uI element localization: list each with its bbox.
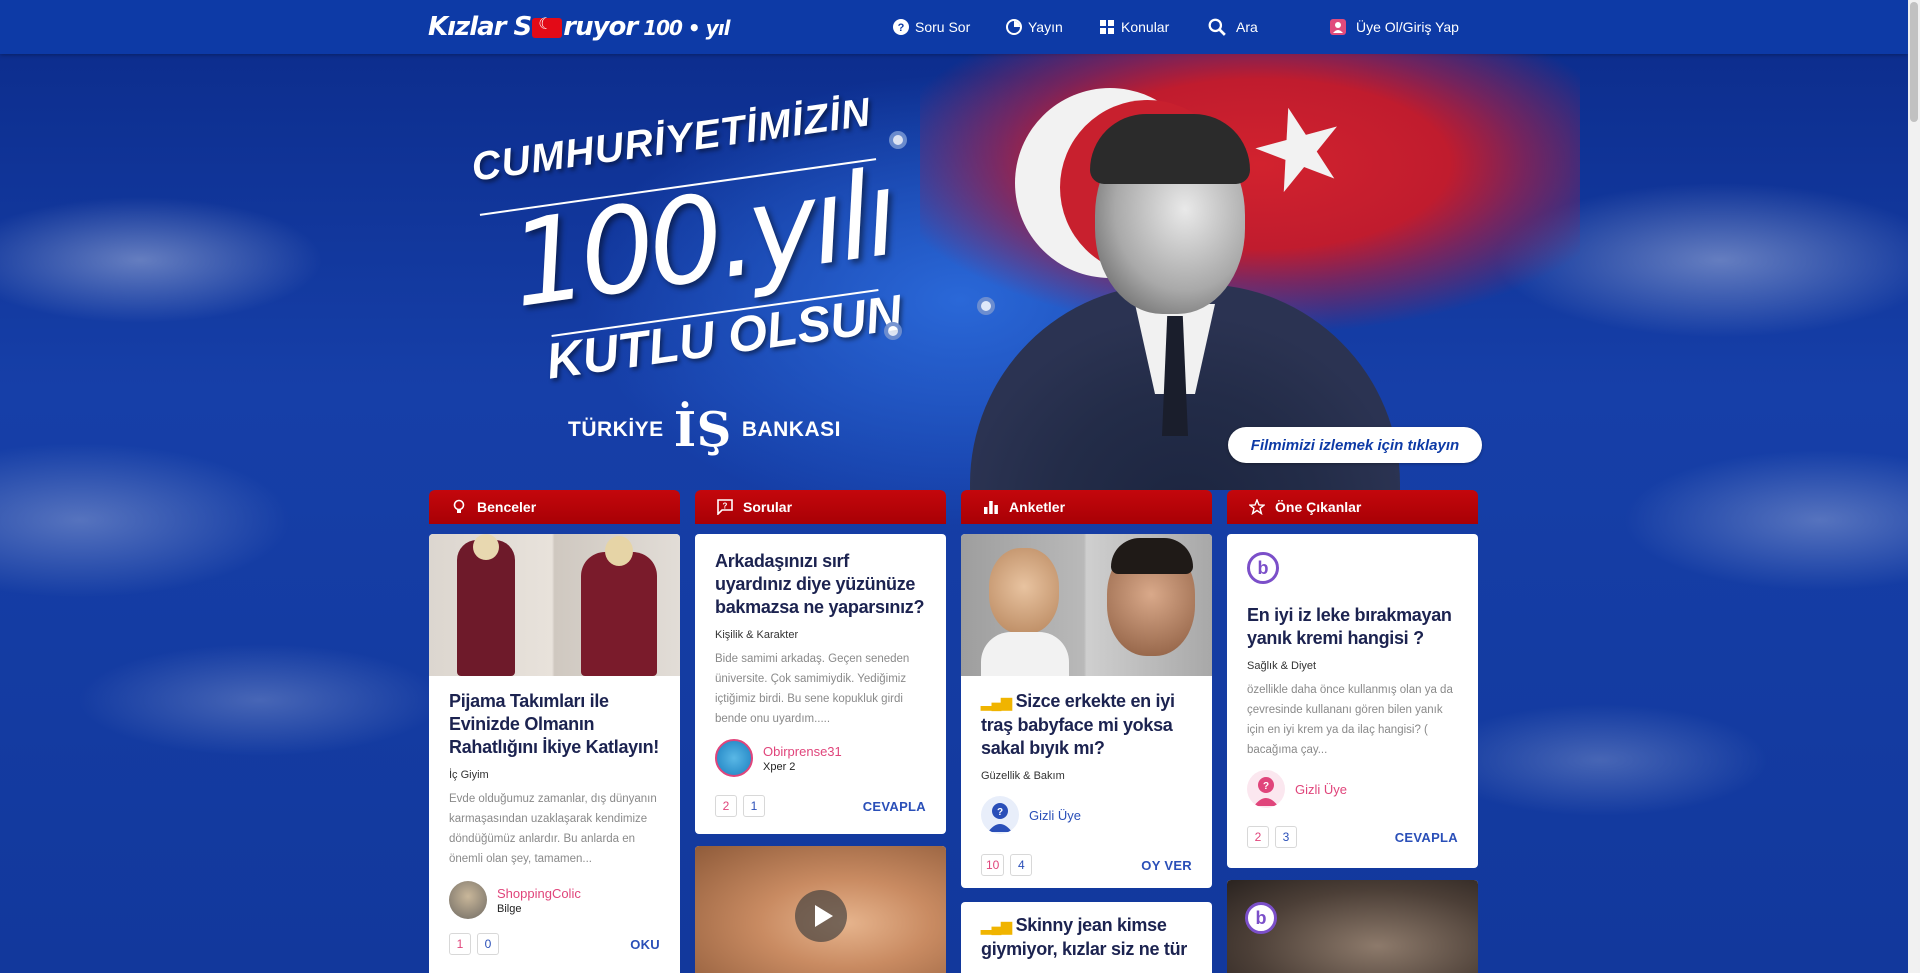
avatar[interactable] <box>715 739 753 777</box>
featured-title[interactable]: En iyi iz leke bırakmayan yanık kremi ha… <box>1247 604 1458 650</box>
search-icon <box>1208 18 1226 36</box>
svg-text:?: ? <box>898 22 905 34</box>
poll-image[interactable] <box>961 534 1212 676</box>
decor-dot <box>884 322 902 340</box>
grid-icon <box>1100 20 1114 34</box>
poll-card[interactable]: ▂▄▆ Skinny jean kimse giymiyor, kızlar si… <box>961 902 1212 973</box>
vote-button[interactable]: OY VER <box>1141 858 1192 873</box>
play-icon[interactable] <box>795 890 847 942</box>
column-sorular: ? Sorular Arkadaşınızı sırf uyardınız di… <box>695 490 946 973</box>
user-icon <box>1330 19 1346 35</box>
site-logo[interactable]: Kızlar Sruyor100 • yıl <box>428 12 730 42</box>
article-image[interactable] <box>429 534 680 676</box>
nav-publish[interactable]: Yayın <box>1006 0 1063 54</box>
nav-topics[interactable]: Konular <box>1099 0 1169 54</box>
svg-text:?: ? <box>1263 781 1269 792</box>
author-info[interactable]: Obirprense31 Xper 2 <box>715 739 926 777</box>
author-info[interactable]: ? Gizli Üye <box>981 796 1192 834</box>
author-name[interactable]: ShoppingColic <box>497 886 581 901</box>
article-category[interactable]: İç Giyim <box>449 769 660 781</box>
nav-search[interactable]: Ara <box>1208 0 1258 54</box>
poll-category[interactable]: Güzellik & Bakım <box>981 770 1192 782</box>
column-anketler: Anketler ▂▄▆ Sizce erkekte en iyi traş ba… <box>961 490 1212 973</box>
author-info[interactable]: ? Gizli Üye <box>1247 770 1458 808</box>
author-name[interactable]: Gizli Üye <box>1029 808 1081 823</box>
anonymous-avatar[interactable]: ? <box>981 796 1019 834</box>
column-benceler: Benceler Pijama Takımları ile Evinizde O… <box>429 490 680 973</box>
decor-dot <box>977 297 995 315</box>
read-button[interactable]: OKU <box>630 937 660 952</box>
hero-portrait-image[interactable]: ★ <box>880 54 1600 490</box>
answer-button[interactable]: CEVAPLA <box>863 799 926 814</box>
top-navigation-bar: Kızlar Sruyor100 • yıl ? Soru Sor Yayın … <box>0 0 1908 54</box>
comment-count[interactable]: 0 <box>477 933 499 955</box>
author-info[interactable]: ShoppingColic Bilge <box>449 881 660 919</box>
nav-login[interactable]: Üye Ol/Giriş Yap <box>1330 0 1459 54</box>
video-thumbnail[interactable] <box>695 846 946 973</box>
question-bubble-icon: ? <box>717 499 733 515</box>
column-header-one-cikanlar[interactable]: Öne Çıkanlar <box>1227 490 1478 524</box>
question-excerpt: Bide samimi arkadaş. Geçen seneden ünive… <box>715 653 910 725</box>
featured-excerpt: özellikle daha önce kullanmış olan ya da… <box>1247 684 1453 756</box>
question-icon: ? <box>893 19 909 35</box>
featured-video-card[interactable]: b <box>1227 880 1478 973</box>
brand-b-icon: b <box>1247 552 1279 584</box>
nav-ask-question[interactable]: ? Soru Sor <box>893 0 970 54</box>
follower-count[interactable]: 3 <box>1275 826 1297 848</box>
featured-category[interactable]: Sağlık & Diyet <box>1247 660 1458 672</box>
bar-chart-icon <box>984 501 998 514</box>
featured-card[interactable]: b En iyi iz leke bırakmayan yanık kremi … <box>1227 534 1478 868</box>
answer-count[interactable]: 2 <box>1247 826 1269 848</box>
poll-icon: ▂▄▆ <box>981 918 1012 934</box>
poll-title[interactable]: ▂▄▆ Sizce erkekte en iyi traş babyface mi… <box>981 690 1192 760</box>
column-header-anketler[interactable]: Anketler <box>961 490 1212 524</box>
poll-title[interactable]: ▂▄▆ Skinny jean kimse giymiyor, kızlar si… <box>981 914 1192 961</box>
page-scrollbar[interactable] <box>1908 0 1920 973</box>
column-one-cikanlar: Öne Çıkanlar b En iyi iz leke bırakmayan… <box>1227 490 1478 973</box>
watch-film-button[interactable]: Filmimizi izlemek için tıklayın <box>1228 427 1482 463</box>
follower-count[interactable]: 1 <box>743 795 765 817</box>
author-name[interactable]: Obirprense31 <box>763 744 842 759</box>
bank-logo: TÜRKİYE İŞ BANKASI <box>568 402 841 458</box>
star-outline-icon <box>1249 499 1265 515</box>
like-count[interactable]: 1 <box>449 933 471 955</box>
brand-b-icon: b <box>1245 902 1277 934</box>
decor-dot <box>889 131 907 149</box>
avatar[interactable] <box>449 881 487 919</box>
vote-count[interactable]: 10 <box>981 854 1005 876</box>
article-title[interactable]: Pijama Takımları ile Evinizde Olmanın Ra… <box>449 690 660 759</box>
article-card[interactable]: Pijama Takımları ile Evinizde Olmanın Ra… <box>429 534 680 973</box>
question-category[interactable]: Kişilik & Karakter <box>715 629 926 641</box>
answer-button[interactable]: CEVAPLA <box>1395 830 1458 845</box>
featured-image[interactable]: b <box>1227 880 1478 973</box>
author-level: Bilge <box>497 902 522 915</box>
answer-count[interactable]: 2 <box>715 795 737 817</box>
question-title[interactable]: Arkadaşınızı sırf uyardınız diye yüzünüz… <box>715 550 926 619</box>
article-excerpt: Evde olduğumuz zamanlar, dış dünyanın ka… <box>449 793 657 865</box>
poll-card[interactable]: ▂▄▆ Sizce erkekte en iyi traş babyface mi… <box>961 534 1212 888</box>
lightbulb-icon <box>453 499 465 513</box>
poll-icon: ▂▄▆ <box>981 694 1012 710</box>
author-name[interactable]: Gizli Üye <box>1295 782 1347 797</box>
anonymous-avatar[interactable]: ? <box>1247 770 1285 808</box>
broadcast-icon <box>1006 19 1022 35</box>
svg-text:?: ? <box>997 807 1003 818</box>
svg-text:?: ? <box>723 502 728 511</box>
author-level: Xper 2 <box>763 760 796 773</box>
video-card[interactable] <box>695 846 946 973</box>
column-header-sorular[interactable]: ? Sorular <box>695 490 946 524</box>
column-header-benceler[interactable]: Benceler <box>429 490 680 524</box>
comment-count[interactable]: 4 <box>1010 854 1033 876</box>
turkish-flag-icon <box>532 14 563 38</box>
question-card[interactable]: Arkadaşınızı sırf uyardınız diye yüzünüz… <box>695 534 946 834</box>
hero-banner[interactable]: CUMHURİYETİMİZİN 100.yılı KUTLU OLSUN <box>460 90 906 390</box>
